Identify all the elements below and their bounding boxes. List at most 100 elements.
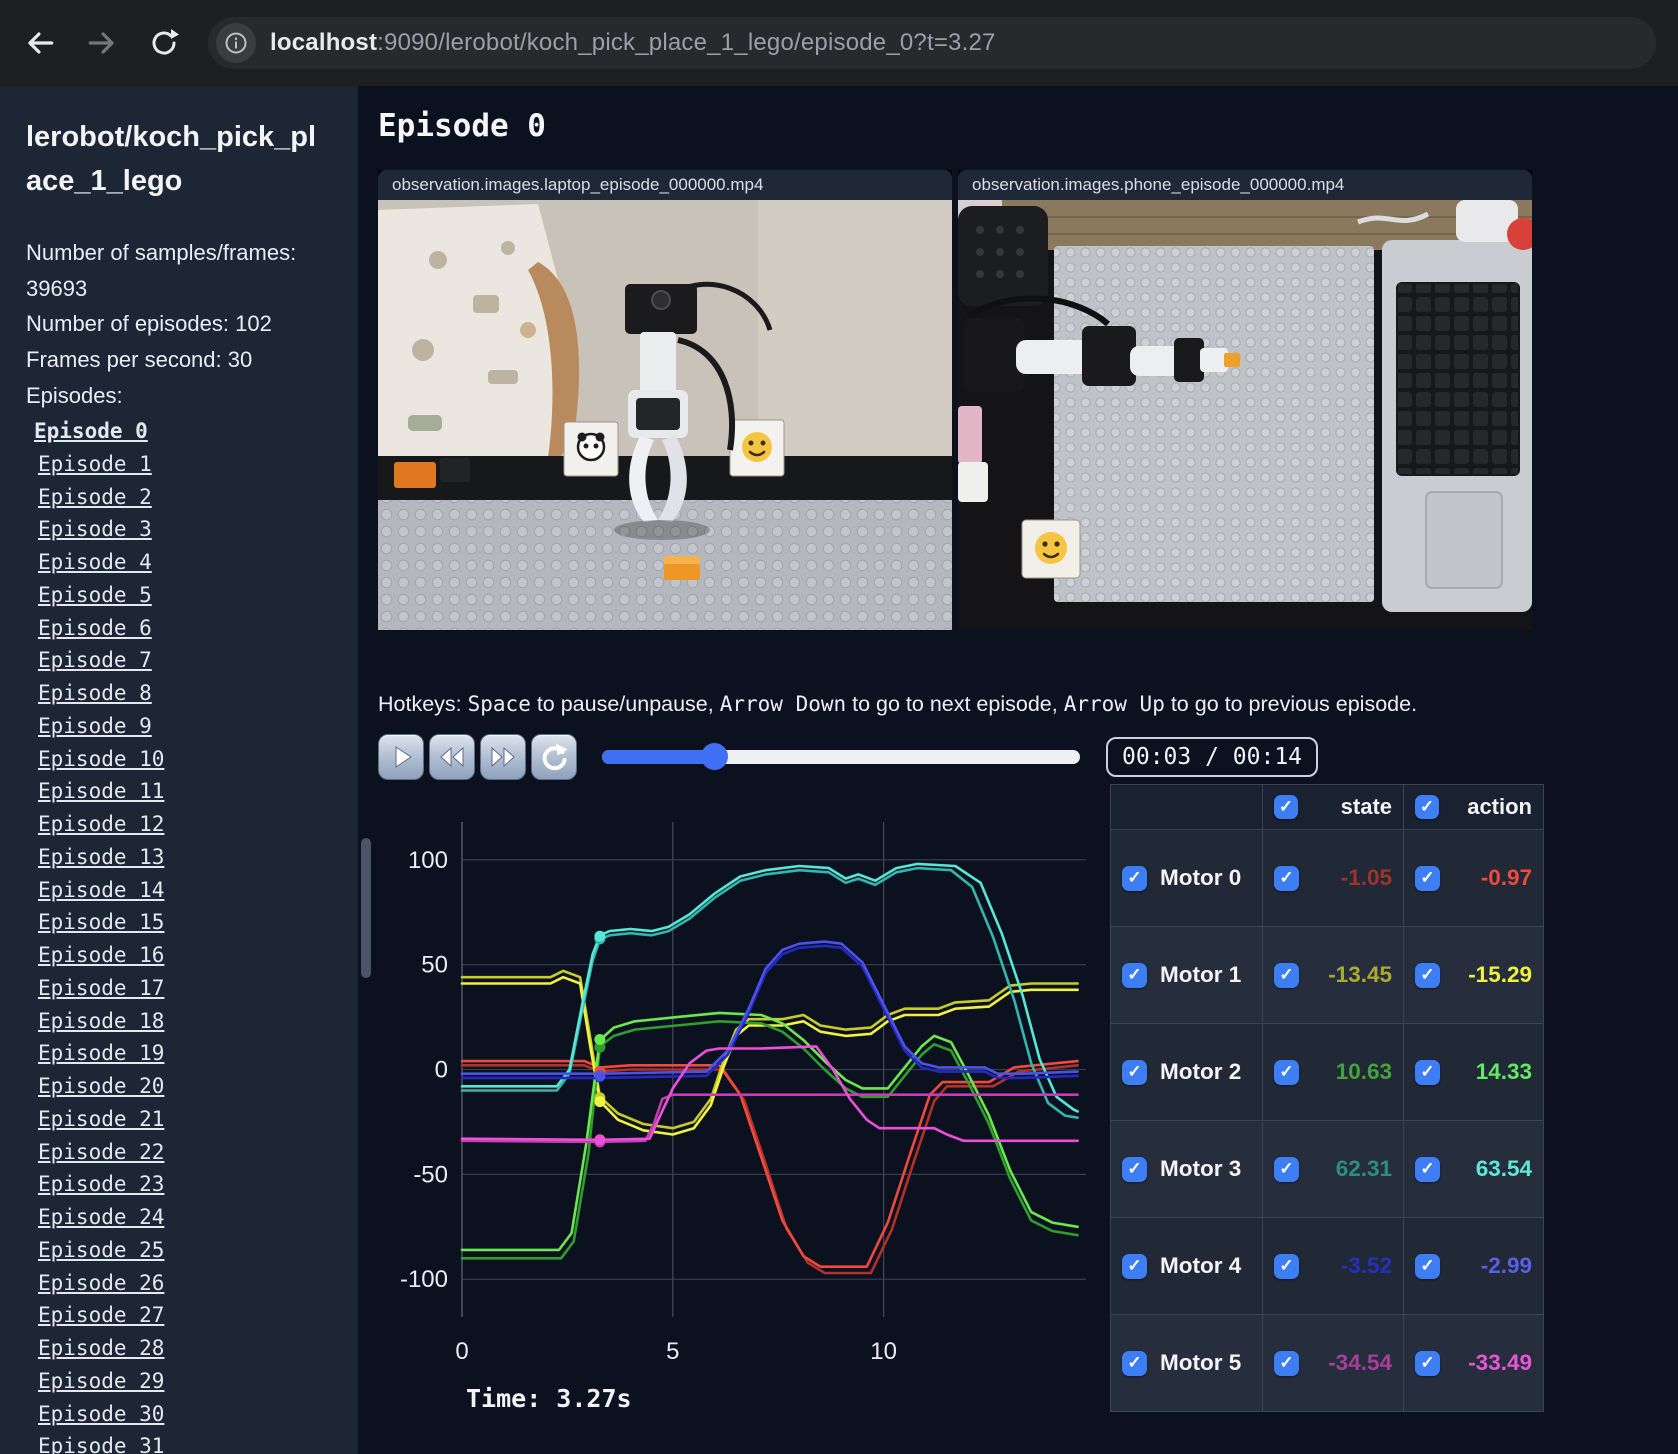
video-card-phone: observation.images.phone_episode_000000.… [958, 170, 1532, 630]
sidebar-episode-link[interactable]: Episode 17 [38, 972, 332, 1005]
timeline-slider[interactable] [602, 743, 1080, 770]
motor-state-checkbox[interactable]: ✓ [1274, 865, 1299, 891]
sidebar-episode-link[interactable]: Episode 8 [38, 677, 332, 710]
sidebar-episode-link[interactable]: Episode 26 [38, 1267, 332, 1300]
sidebar-episode-link[interactable]: Episode 4 [38, 546, 332, 579]
motor-state-checkbox[interactable]: ✓ [1274, 1059, 1299, 1085]
action-column-checkbox[interactable]: ✓ [1415, 795, 1439, 819]
motor-action-checkbox[interactable]: ✓ [1415, 1156, 1440, 1182]
motor-action-checkbox[interactable]: ✓ [1415, 962, 1440, 988]
sidebar-episode-link[interactable]: Episode 5 [38, 579, 332, 612]
sidebar-episode-link[interactable]: Episode 7 [38, 644, 332, 677]
play-button[interactable] [378, 734, 424, 780]
sidebar-episode-link[interactable]: Episode 0 [34, 415, 332, 448]
motor-table-row: ✓ Motor 0 ✓ -1.05 ✓ -0.97 [1111, 829, 1543, 926]
sidebar-episode-link[interactable]: Episode 18 [38, 1005, 332, 1038]
motor-label: Motor 1 [1160, 962, 1242, 987]
sidebar-episode-link[interactable]: Episode 23 [38, 1168, 332, 1201]
browser-toolbar: localhost:9090/lerobot/koch_pick_place_1… [0, 0, 1678, 86]
sidebar-episode-link[interactable]: Episode 27 [38, 1299, 332, 1332]
motor-row-checkbox[interactable]: ✓ [1122, 1059, 1147, 1085]
sidebar-episode-link[interactable]: Episode 21 [38, 1103, 332, 1136]
y-tick-label: -100 [400, 1266, 448, 1293]
series-motor1-state [460, 969, 1079, 1130]
sidebar-episode-link[interactable]: Episode 10 [38, 743, 332, 776]
motor-action-checkbox[interactable]: ✓ [1415, 865, 1440, 891]
hotkeys-prefix: Hotkeys: [378, 692, 468, 716]
back-icon[interactable] [22, 25, 58, 61]
forward-icon[interactable] [84, 25, 120, 61]
loop-button[interactable] [531, 734, 577, 780]
x-tick-label: 5 [666, 1338, 679, 1365]
sidebar: lerobot/koch_pick_place_1_lego Number of… [0, 86, 358, 1454]
sidebar-episode-link[interactable]: Episode 25 [38, 1234, 332, 1267]
motor-action-checkbox[interactable]: ✓ [1415, 1350, 1440, 1376]
motor-table-header-action: ✓ action [1403, 785, 1543, 829]
sidebar-episode-link[interactable]: Episode 28 [38, 1332, 332, 1365]
motor-label: Motor 2 [1160, 1059, 1242, 1084]
motor-table-row: ✓ Motor 2 ✓ 10.63 ✓ 14.33 [1111, 1023, 1543, 1120]
hotkey-arrow-down: Arrow Down [719, 692, 847, 716]
sidebar-episode-link[interactable]: Episode 14 [38, 874, 332, 907]
sidebar-episode-link[interactable]: Episode 29 [38, 1365, 332, 1398]
sidebar-episode-link[interactable]: Episode 30 [38, 1398, 332, 1431]
motor-state-checkbox[interactable]: ✓ [1274, 1253, 1299, 1279]
sidebar-episode-link[interactable]: Episode 11 [38, 775, 332, 808]
vertical-scrollbar-thumb[interactable] [361, 838, 371, 978]
hotkeys-seg2: to go to next episode, [846, 692, 1064, 716]
time-marker-dot [594, 1096, 606, 1108]
sidebar-episode-link[interactable]: Episode 3 [38, 513, 332, 546]
timeline-slider-thumb[interactable] [700, 743, 728, 770]
sidebar-episode-link[interactable]: Episode 31 [38, 1430, 332, 1454]
sidebar-episode-link[interactable]: Episode 20 [38, 1070, 332, 1103]
site-info-icon[interactable] [216, 23, 256, 63]
sidebar-episode-link[interactable]: Episode 16 [38, 939, 332, 972]
dataset-title: lerobot/koch_pick_place_1_lego [26, 121, 317, 197]
sidebar-episode-link[interactable]: Episode 2 [38, 481, 332, 514]
motor-row-checkbox[interactable]: ✓ [1122, 1253, 1147, 1279]
state-column-checkbox[interactable]: ✓ [1274, 795, 1298, 819]
motor-row-checkbox[interactable]: ✓ [1122, 865, 1147, 891]
motor-label: Motor 3 [1160, 1156, 1242, 1181]
chart-time-label: Time: 3.27s [466, 1384, 632, 1413]
video-scene-phone-camera [958, 200, 1532, 630]
video-card-laptop: observation.images.laptop_episode_000000… [378, 170, 952, 630]
time-marker-dot [594, 930, 606, 942]
sidebar-episode-link[interactable]: Episode 1 [38, 448, 332, 481]
motor-state-checkbox[interactable]: ✓ [1274, 1350, 1299, 1376]
fast-forward-button[interactable] [480, 734, 526, 780]
y-tick-label: 100 [408, 847, 448, 874]
motor-table-header-empty [1111, 785, 1262, 829]
hotkeys-help: Hotkeys: Space to pause/unpause, Arrow D… [378, 692, 1678, 717]
playback-controls: 00:03 / 00:14 [378, 734, 1678, 780]
motor-action-value: 14.33 [1475, 1059, 1532, 1084]
motor-state-checkbox[interactable]: ✓ [1274, 962, 1299, 988]
motor-action-value: -0.97 [1480, 865, 1532, 890]
sidebar-episode-link[interactable]: Episode 13 [38, 841, 332, 874]
motor-state-checkbox[interactable]: ✓ [1274, 1156, 1299, 1182]
reload-icon[interactable] [146, 25, 182, 61]
sidebar-episode-link[interactable]: Episode 24 [38, 1201, 332, 1234]
sidebar-episode-link[interactable]: Episode 22 [38, 1136, 332, 1169]
sidebar-episode-link[interactable]: Episode 19 [38, 1037, 332, 1070]
motor-chart: -100 -50 0 50 100 0 5 10 Time: 3.27s [400, 822, 1086, 1413]
video-row: observation.images.laptop_episode_000000… [378, 170, 1678, 630]
sidebar-episode-link[interactable]: Episode 12 [38, 808, 332, 841]
chart-wrap: -100 -50 0 50 100 0 5 10 Time: 3.27s [378, 784, 1094, 1434]
motor-label: Motor 0 [1160, 865, 1242, 890]
sidebar-episode-link[interactable]: Episode 15 [38, 906, 332, 939]
url-bar[interactable]: localhost:9090/lerobot/koch_pick_place_1… [208, 17, 1656, 69]
motor-action-checkbox[interactable]: ✓ [1415, 1059, 1440, 1085]
motor-action-checkbox[interactable]: ✓ [1415, 1253, 1440, 1279]
motor-row-checkbox[interactable]: ✓ [1122, 1350, 1147, 1376]
episodes-label: Episodes: [26, 382, 123, 408]
rewind-button[interactable] [429, 734, 475, 780]
motor-label: Motor 4 [1160, 1253, 1242, 1278]
episodes-count: Number of episodes: 102 [26, 311, 272, 337]
motor-label: Motor 5 [1160, 1350, 1242, 1375]
motor-table-header: ✓ state ✓ action [1111, 785, 1543, 829]
sidebar-episode-link[interactable]: Episode 6 [38, 612, 332, 645]
motor-row-checkbox[interactable]: ✓ [1122, 962, 1147, 988]
motor-row-checkbox[interactable]: ✓ [1122, 1156, 1147, 1182]
sidebar-episode-link[interactable]: Episode 9 [38, 710, 332, 743]
